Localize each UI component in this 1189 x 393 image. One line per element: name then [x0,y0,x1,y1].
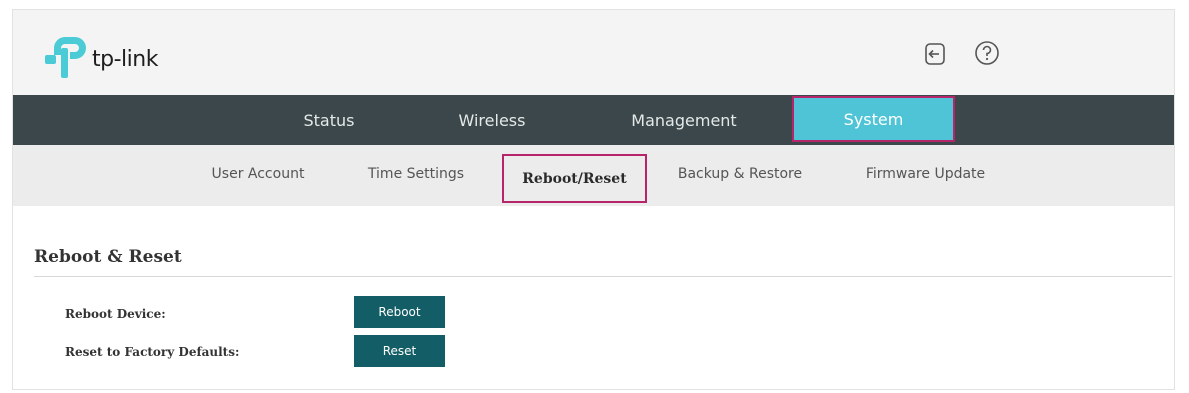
subtab-user-account[interactable]: User Account [193,145,323,203]
subtab-firmware-update[interactable]: Firmware Update [848,145,1003,203]
reset-factory-defaults-label: Reset to Factory Defaults: [65,345,240,359]
subtab-time-settings[interactable]: Time Settings [351,145,481,203]
brand-name: tp-link [92,46,158,72]
header: tp-link [13,10,1174,95]
main-nav: Status Wireless Management System [13,95,1174,145]
reboot-device-label: Reboot Device: [65,307,166,321]
reset-button[interactable]: Reset [354,335,445,367]
tab-wireless[interactable]: Wireless [438,95,546,145]
tp-link-logo-icon [45,37,86,78]
sub-nav: User Account Time Settings Reboot/Reset … [13,145,1174,206]
subtab-reboot-reset[interactable]: Reboot/Reset [502,154,647,203]
tp-link-logo[interactable]: tp-link [44,35,158,81]
tab-status[interactable]: Status [279,95,379,145]
section-divider [34,276,1172,277]
tab-system[interactable]: System [792,96,955,142]
help-icon[interactable] [974,40,1000,66]
subtab-backup-restore[interactable]: Backup & Restore [664,145,816,203]
app-frame: tp-link Status Wireless Management Syste… [12,9,1175,390]
section-title: Reboot & Reset [34,247,182,267]
tab-management[interactable]: Management [604,95,764,145]
reboot-button[interactable]: Reboot [354,296,445,328]
logout-icon[interactable] [922,41,948,67]
